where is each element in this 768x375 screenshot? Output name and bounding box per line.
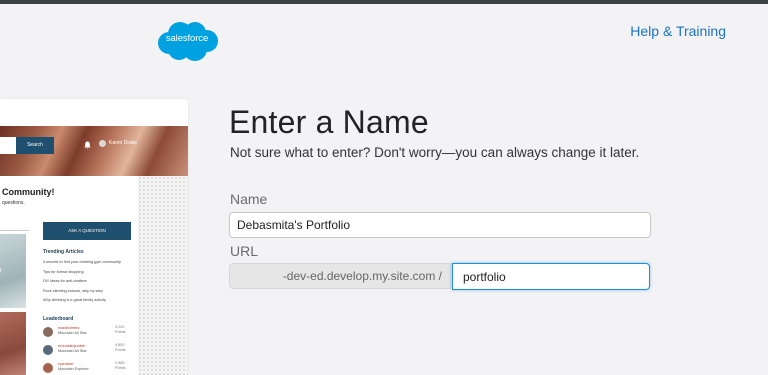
leader-badge: Mountain All Star (58, 349, 87, 353)
leader-name: mountainjunkie (58, 343, 85, 348)
help-training-link[interactable]: Help & Training (630, 23, 726, 39)
preview-leaderboard-title: Leaderboard (43, 316, 74, 322)
top-bar (0, 0, 768, 4)
list-item: Tips for formal shopping (43, 269, 84, 274)
list-item: 4 secrets to find your climbing gym comm… (43, 260, 121, 264)
avatar (43, 345, 53, 355)
leader-name: ryanasel (58, 361, 74, 366)
preview-divider (0, 230, 30, 231)
name-label: Name (230, 191, 268, 207)
preview-ask-question-button: ASK A QUESTION (43, 222, 131, 240)
salesforce-logo: salesforce (155, 20, 219, 62)
list-item: Why climbing is a great family activity (43, 298, 106, 302)
template-preview: Search Karen Drake Community! questions.… (0, 99, 188, 375)
preview-avatar (99, 140, 106, 147)
leader-badge: Mountain All Star (58, 331, 87, 335)
page-title: Enter a Name (229, 104, 429, 140)
preview-community-subtitle: questions. (2, 200, 25, 206)
preview-image-caption: t (0, 268, 2, 274)
leaderboard-row: ryanasel Mountain Explorer 2,980 Points (43, 361, 133, 375)
preview-article-list: 4 secrets to find your climbing gym comm… (43, 258, 121, 306)
preview-user-name: Karen Drake (109, 140, 138, 146)
preview-background-pattern (138, 176, 188, 375)
url-label: URL (230, 243, 259, 259)
brand-text: salesforce (165, 33, 209, 44)
preview-search-button: Search (16, 137, 54, 154)
url-input[interactable] (452, 263, 650, 290)
preview-trending-title: Trending Articles (43, 249, 84, 255)
avatar (43, 363, 53, 373)
preview-community-title: Community! (2, 187, 55, 197)
bell-icon (84, 141, 91, 149)
leader-points: 4,800 Points (115, 343, 126, 352)
preview-content: Community! questions. t ASK A QUESTION T… (0, 176, 138, 375)
leader-badge: Mountain Explorer (58, 367, 89, 371)
avatar (43, 327, 53, 337)
url-prefix: -dev-ed.develop.my.site.com / (229, 263, 451, 289)
leaderboard-row: madeclimbs Mountain All Star 3,200 Points (43, 325, 133, 343)
preview-search-input (0, 137, 16, 154)
page-subtitle: Not sure what to enter? Don't worry—you … (230, 145, 640, 160)
leaderboard-row: mountainjunkie Mountain All Star 4,800 Po… (43, 343, 133, 361)
list-item: Rock climbing indoors, step by step (43, 288, 103, 293)
name-input[interactable] (229, 212, 651, 238)
leader-points: 2,980 Points (115, 361, 126, 370)
preview-image (0, 312, 26, 375)
list-item: DIY ideas for anti-chatters (43, 279, 87, 283)
preview-image (0, 234, 26, 308)
leader-name: madeclimbs (58, 325, 80, 330)
leader-points: 3,200 Points (115, 325, 126, 334)
